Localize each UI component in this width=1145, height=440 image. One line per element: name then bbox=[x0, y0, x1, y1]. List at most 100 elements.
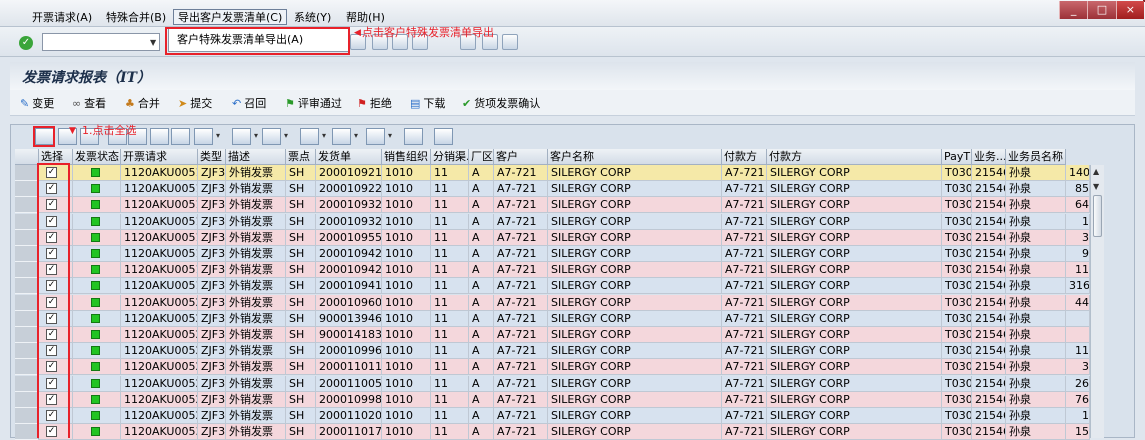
table-cell: A7-721 bbox=[494, 197, 548, 214]
view-button[interactable]: ∞ 查看 bbox=[72, 96, 106, 112]
menu-invoice-request[interactable]: 开票请求(A) bbox=[28, 10, 96, 26]
column-header[interactable]: PayT bbox=[942, 149, 972, 165]
table-row[interactable]: ✓1120AKU00513ZJF3外销发票SH2000109225101011A… bbox=[15, 181, 1090, 198]
layout-monitor-icon[interactable] bbox=[502, 34, 518, 50]
scroll-down-icon[interactable]: ▼ bbox=[1093, 182, 1099, 191]
row-selector[interactable] bbox=[15, 408, 39, 424]
table-cell: 孙泉 bbox=[1006, 262, 1066, 279]
table-row[interactable]: ✓1120AKU00523ZJF3外销发票SH2000109966101011A… bbox=[15, 343, 1090, 360]
row-selector[interactable] bbox=[15, 327, 39, 343]
chevron-down-icon[interactable]: ▼ bbox=[150, 38, 156, 47]
table-row[interactable]: ✓1120AKU00524ZJF3外销发票SH2000110114101011A… bbox=[15, 359, 1090, 376]
row-selector[interactable] bbox=[15, 391, 39, 408]
export-icon[interactable] bbox=[332, 128, 358, 145]
row-selector[interactable] bbox=[15, 294, 39, 311]
column-header[interactable]: 开票请求 bbox=[121, 149, 198, 165]
maximize-button[interactable]: □ bbox=[1087, 1, 1116, 19]
table-cell: A7-721 bbox=[494, 246, 548, 262]
table-row[interactable]: ✓1120AKU00522ZJF3外销发票SH9000141836101011A… bbox=[15, 327, 1090, 343]
table-cell: SILERGY CORP bbox=[548, 181, 722, 198]
scroll-up-icon[interactable]: ▲ bbox=[1093, 167, 1099, 176]
column-header[interactable]: 票点 bbox=[286, 149, 316, 165]
row-selector[interactable] bbox=[15, 165, 39, 181]
recall-button[interactable]: ↶ 召回 bbox=[232, 96, 266, 112]
approve-button[interactable]: ⚑ 评审通过 bbox=[285, 96, 342, 112]
column-header[interactable]: 客户 bbox=[494, 149, 548, 165]
find-icon-alv[interactable] bbox=[150, 128, 169, 145]
row-selector[interactable] bbox=[15, 262, 39, 279]
table-row[interactable]: ✓1120AKU00525ZJF3外销发票SH2000110053101011A… bbox=[15, 375, 1090, 392]
column-header[interactable]: 付款方 bbox=[767, 149, 942, 165]
table-row[interactable]: ✓1120AKU00517ZJF3外销发票SH2000109421101011A… bbox=[15, 246, 1090, 262]
header-row-selector-icon[interactable] bbox=[15, 149, 39, 165]
row-selector[interactable] bbox=[15, 375, 39, 392]
enter-checkmark-icon[interactable]: ✓ bbox=[19, 36, 33, 50]
menu-system[interactable]: 系统(Y) bbox=[290, 10, 335, 26]
table-row[interactable]: ✓1120AKU00514ZJF3外销发票SH2000109325101011A… bbox=[15, 197, 1090, 214]
menu-special-merge[interactable]: 特殊合并(B) bbox=[102, 10, 170, 26]
row-selector[interactable] bbox=[15, 246, 39, 262]
layout-icon[interactable] bbox=[366, 128, 392, 145]
table-cell: SH bbox=[286, 310, 316, 327]
column-header[interactable]: 类型 bbox=[198, 149, 226, 165]
find-next-icon-alv[interactable] bbox=[171, 128, 190, 145]
column-header[interactable]: 厂区 bbox=[469, 149, 494, 165]
vertical-scrollbar[interactable]: ▲ ▼ bbox=[1090, 165, 1104, 438]
table-row[interactable]: ✓1120AKU00512ZJF3外销发票SH2000109213101011A… bbox=[15, 165, 1090, 181]
table-row[interactable]: ✓1120AKU00519ZJF3外销发票SH2000109418101011A… bbox=[15, 278, 1090, 295]
close-button[interactable]: × bbox=[1115, 1, 1144, 19]
sum-icon[interactable] bbox=[232, 128, 258, 145]
command-field[interactable] bbox=[42, 33, 160, 51]
table-row[interactable]: ✓1120AKU00529ZJF3外销发票SH2000110204101011A… bbox=[15, 408, 1090, 424]
row-selector[interactable] bbox=[15, 343, 39, 360]
confirm-invoice-button[interactable]: ✔ 货项发票确认 bbox=[462, 96, 540, 112]
table-cell bbox=[1066, 327, 1090, 343]
table-row[interactable]: ✓1120AKU00520ZJF3外销发票SH2000109603101011A… bbox=[15, 294, 1090, 311]
column-header[interactable]: 发货单 bbox=[316, 149, 382, 165]
table-cell: A bbox=[469, 408, 494, 424]
row-selector[interactable] bbox=[15, 229, 39, 246]
column-header[interactable]: 付款方 bbox=[722, 149, 767, 165]
column-header[interactable]: 客户名称 bbox=[548, 149, 722, 165]
row-selector[interactable] bbox=[15, 181, 39, 198]
download-button[interactable]: ▤ 下载 bbox=[410, 96, 445, 112]
scroll-thumb[interactable] bbox=[1093, 195, 1102, 237]
row-selector[interactable] bbox=[15, 359, 39, 376]
table-cell: 2000109421 bbox=[316, 246, 382, 262]
table-cell: SILERGY CORP bbox=[767, 181, 942, 198]
table-cell: SH bbox=[286, 359, 316, 376]
subtotal-icon[interactable] bbox=[262, 128, 288, 145]
row-selector[interactable] bbox=[15, 278, 39, 295]
info-icon[interactable] bbox=[434, 128, 453, 145]
table-cell: 孙泉 bbox=[1006, 408, 1066, 424]
table-row[interactable]: ✓1120AKU00516ZJF3外销发票SH2000109559101011A… bbox=[15, 229, 1090, 246]
menu-export-customer-invoice-list[interactable]: 导出客户发票清单(C) bbox=[173, 9, 288, 25]
row-selector[interactable] bbox=[15, 197, 39, 214]
table-cell: 1010 bbox=[382, 375, 431, 392]
row-selector[interactable] bbox=[15, 310, 39, 327]
column-header[interactable]: 分销渠... bbox=[431, 149, 469, 165]
table-cell: 外销发票 bbox=[226, 408, 286, 424]
column-header[interactable]: 发票状态 bbox=[73, 149, 121, 165]
table-row[interactable]: ✓1120AKU00526ZJF3外销发票SH2000109986101011A… bbox=[15, 391, 1090, 408]
submit-button[interactable]: ➤ 提交 bbox=[178, 96, 212, 112]
table-cell: 1120AKU00516 bbox=[121, 229, 198, 246]
row-selector[interactable] bbox=[15, 213, 39, 230]
table-row[interactable]: ✓1120AKU00521ZJF3外销发票SH9000139466101011A… bbox=[15, 310, 1090, 327]
table-row[interactable]: ✓1120AKU00515ZJF3外销发票SH2000109329101011A… bbox=[15, 213, 1090, 230]
filter-icon[interactable] bbox=[194, 128, 220, 145]
change-button[interactable]: ✎ 变更 bbox=[20, 96, 54, 112]
table-cell: 1010 bbox=[382, 213, 431, 230]
column-header[interactable]: 业务... bbox=[972, 149, 1006, 165]
graphic-icon[interactable] bbox=[404, 128, 423, 145]
table-cell: 21546 bbox=[972, 327, 1006, 343]
minimize-button[interactable]: _ bbox=[1059, 1, 1088, 19]
merge-button[interactable]: ♣ 合并 bbox=[125, 96, 160, 112]
table-cell: SILERGY CORP bbox=[767, 408, 942, 424]
column-header[interactable]: 业务员名称 bbox=[1006, 149, 1066, 165]
reject-button[interactable]: ⚑ 拒绝 bbox=[357, 96, 392, 112]
table-row[interactable]: ✓1120AKU00518ZJF3外销发票SH2000109422101011A… bbox=[15, 262, 1090, 279]
print-preview-icon[interactable] bbox=[300, 128, 326, 145]
column-header[interactable]: 销售组织 bbox=[382, 149, 431, 165]
column-header[interactable]: 描述 bbox=[226, 149, 286, 165]
